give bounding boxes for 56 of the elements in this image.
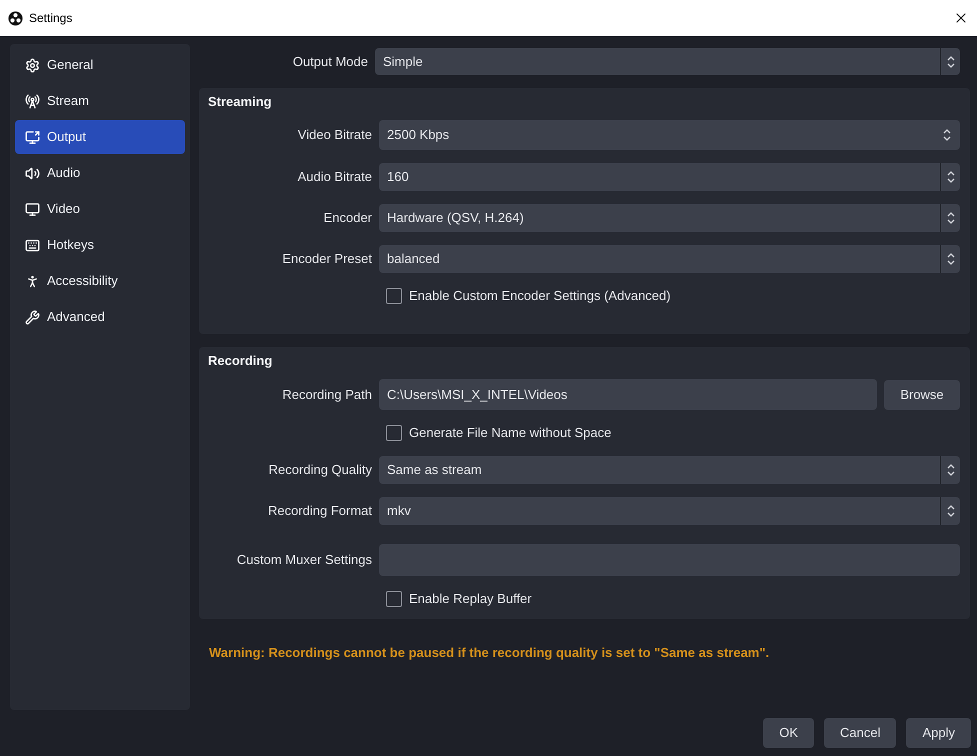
sidebar-item[interactable]: Output: [15, 120, 185, 154]
checkbox-label: Enable Custom Encoder Settings (Advanced): [409, 287, 671, 306]
field-label: Recording Path: [282, 386, 372, 404]
dropdown[interactable]: mkv: [379, 497, 960, 525]
dialog-button[interactable]: OK: [763, 718, 814, 748]
sidebar-item[interactable]: Advanced: [15, 300, 185, 334]
spin-box[interactable]: 2500 Kbps: [379, 120, 960, 150]
keyboard-icon: [25, 238, 40, 252]
checkbox[interactable]: [386, 591, 402, 607]
up-down-arrows-icon: [946, 251, 956, 267]
screen-icon: [25, 130, 40, 144]
field-label: Encoder: [324, 209, 372, 228]
checkbox[interactable]: [386, 425, 402, 441]
field-label: Recording Format: [268, 502, 372, 520]
field-label: Audio Bitrate: [298, 168, 372, 186]
section-title: Streaming: [208, 94, 273, 110]
browse-button[interactable]: Browse: [884, 380, 960, 410]
checkbox[interactable]: [386, 288, 402, 304]
up-down-arrows-icon: [946, 54, 956, 70]
gear-icon: [25, 58, 40, 72]
sidebar-item[interactable]: General: [15, 48, 185, 82]
path-field[interactable]: C:\Users\MSI_X_INTEL\Videos: [379, 379, 877, 410]
dropdown[interactable]: Simple: [375, 48, 960, 75]
section-title: Recording: [208, 353, 274, 369]
dialog-button[interactable]: Apply: [906, 718, 971, 748]
field-label: Output Mode: [292, 52, 368, 71]
window-title: Settings: [29, 10, 74, 27]
antenna-icon: [25, 94, 40, 108]
up-down-arrows-icon: [946, 503, 956, 519]
person-icon: [25, 274, 40, 288]
dialog-button[interactable]: Cancel: [824, 718, 896, 748]
sidebar-item[interactable]: Hotkeys: [15, 228, 185, 262]
input-field[interactable]: [379, 544, 960, 576]
sidebar-item[interactable]: Audio: [15, 156, 185, 190]
app-logo-icon: [8, 10, 23, 26]
dropdown[interactable]: 160: [379, 163, 960, 191]
up-down-arrows-icon: [946, 210, 956, 226]
speaker-icon: [25, 166, 40, 180]
sidebar-item[interactable]: Accessibility: [15, 264, 185, 298]
field-label: Encoder Preset: [282, 250, 372, 268]
monitor-icon: [25, 202, 40, 216]
checkbox-label: Generate File Name without Space: [409, 424, 612, 442]
checkbox-label: Enable Replay Buffer: [409, 590, 532, 608]
up-down-arrows-icon: [946, 462, 956, 478]
field-label: Custom Muxer Settings: [236, 551, 372, 570]
field-label: Video Bitrate: [298, 126, 372, 144]
sidebar-item[interactable]: Stream: [15, 84, 185, 118]
sidebar-item[interactable]: Video: [15, 192, 185, 226]
dropdown[interactable]: Same as stream: [379, 456, 960, 484]
up-down-arrows-icon: [942, 127, 952, 143]
field-label: Recording Quality: [268, 461, 372, 480]
dropdown[interactable]: balanced: [379, 245, 960, 273]
wrench-icon: [25, 310, 40, 324]
up-down-arrows-icon: [946, 169, 956, 185]
warning-message: Warning: Recordings cannot be paused if the recording quality is set to "Same as stream".: [209, 644, 770, 662]
dropdown[interactable]: Hardware (QSV, H.264): [379, 204, 960, 232]
